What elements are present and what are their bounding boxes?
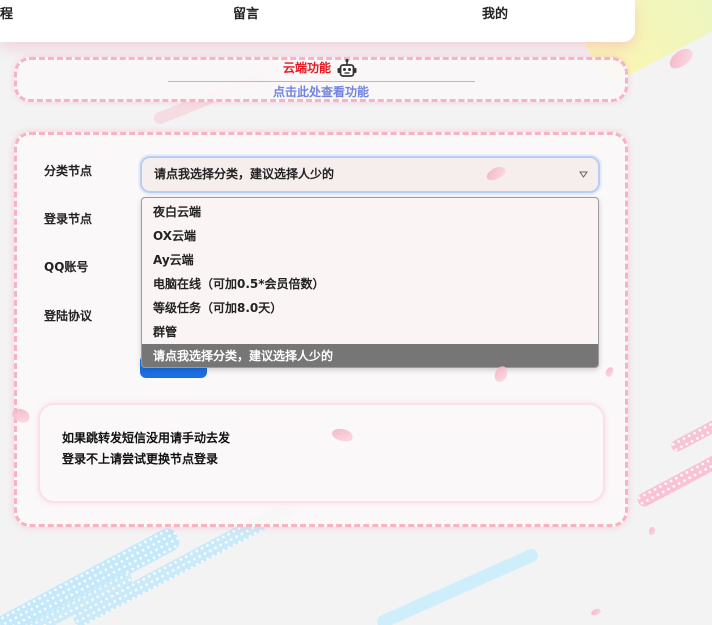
page-content: 程 留言 我的 云端功能 点击此处查看功能 分类节点 登录节点 QQ账号 登陆协… [0, 0, 712, 625]
category-select-value: 请点我选择分类，建议选择人少的 [154, 167, 335, 181]
dropdown-option[interactable]: 电脑在线（可加0.5*会员倍数） [142, 272, 598, 296]
notice-line: 登录不上请尝试更换节点登录 [62, 452, 219, 466]
notice-box: 如果跳转发短信没用请手动去发 登录不上请尝试更换节点登录 [38, 403, 605, 503]
category-dropdown: 夜白云端 OX云端 Ay云端 电脑在线（可加0.5*会员倍数） 等级任务（可加8… [141, 197, 599, 368]
dropdown-option[interactable]: 请点我选择分类，建议选择人少的 [142, 344, 598, 367]
nav-item-mine[interactable]: 我的 [482, 7, 508, 23]
view-features-link[interactable]: 点击此处查看功能 [17, 85, 625, 99]
category-select[interactable]: 请点我选择分类，建议选择人少的 [140, 156, 600, 193]
dropdown-option[interactable]: OX云端 [142, 224, 598, 248]
top-nav: 程 留言 我的 [0, 0, 635, 42]
node-label: 登录节点 [44, 212, 93, 226]
nav-item-message[interactable]: 留言 [233, 7, 259, 23]
dropdown-option[interactable]: 群管 [142, 320, 598, 344]
notice-line: 如果跳转发短信没用请手动去发 [62, 431, 231, 445]
cloud-feature-title: 云端功能 [283, 61, 332, 75]
qq-label: QQ账号 [44, 260, 89, 274]
cloud-feature-panel: 云端功能 点击此处查看功能 [14, 57, 628, 102]
dropdown-option[interactable]: Ay云端 [142, 248, 598, 272]
dropdown-option[interactable]: 夜白云端 [142, 200, 598, 224]
protocol-label: 登陆协议 [44, 309, 93, 323]
robot-icon [337, 58, 357, 77]
chevron-down-icon [579, 171, 588, 178]
category-label: 分类节点 [44, 164, 93, 178]
nav-item-tutorial[interactable]: 程 [0, 7, 13, 23]
divider [168, 81, 475, 82]
dropdown-option[interactable]: 等级任务（可加8.0天） [142, 296, 598, 320]
login-card: 分类节点 登录节点 QQ账号 登陆协议 请点我选择分类，建议选择人少的 夜白云端… [14, 132, 628, 527]
